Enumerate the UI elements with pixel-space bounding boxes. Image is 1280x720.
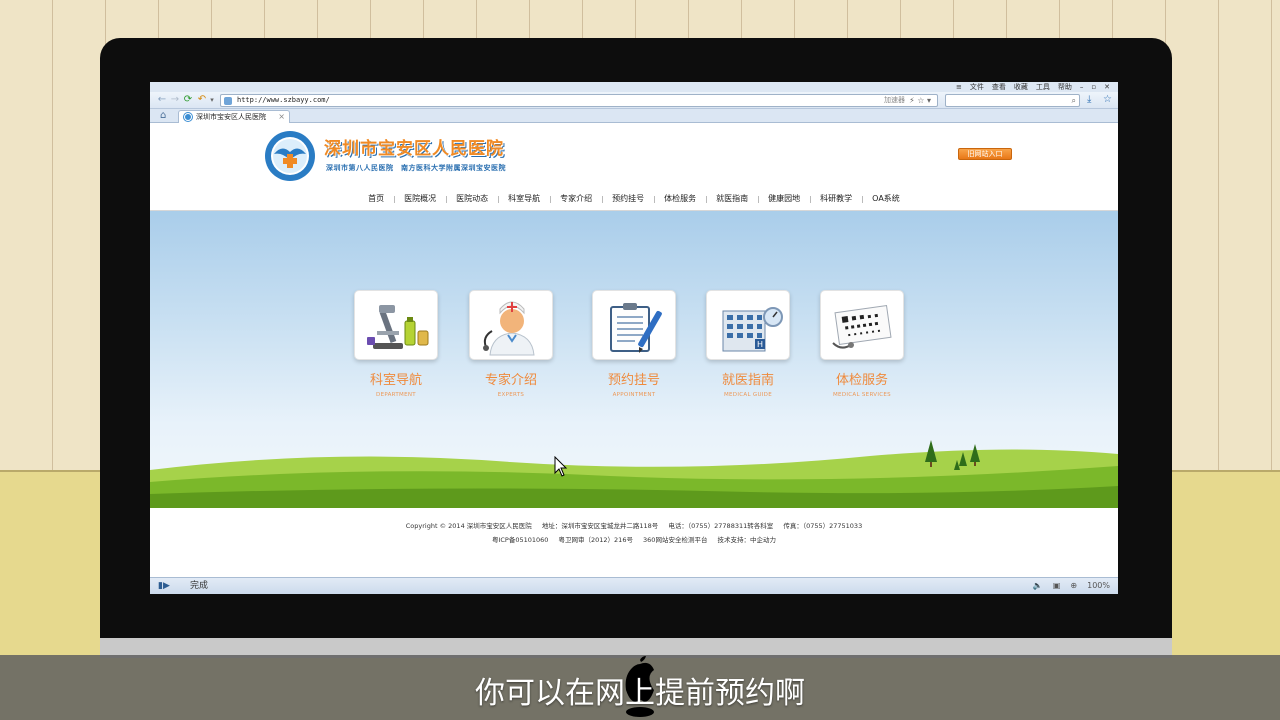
- nav-home[interactable]: 首页: [358, 190, 394, 208]
- card-guide[interactable]: H: [706, 290, 790, 360]
- menu-file[interactable]: 文件: [970, 82, 984, 92]
- card-checkup[interactable]: [820, 290, 904, 360]
- search-input[interactable]: ⌕: [945, 94, 1080, 107]
- card-experts[interactable]: [469, 290, 553, 360]
- zoom-icon[interactable]: ⊕: [1070, 578, 1077, 594]
- card-checkup-title[interactable]: 体检服务: [807, 369, 917, 388]
- status-text: 完成: [190, 581, 209, 591]
- card-appointment-title[interactable]: 预约挂号: [579, 369, 689, 388]
- hospital-logo[interactable]: [260, 130, 320, 182]
- main-nav: 首页 医院概况 医院动态 科室导航 专家介绍 预约挂号 体检服务 就医指南 健康…: [150, 190, 1118, 208]
- hospital-building-icon: H: [722, 307, 783, 352]
- footer-copyright: Copyright © 2014 深圳市宝安区人民医院: [405, 522, 532, 530]
- tab-strip: ⌂ 深圳市宝安区人民医院 ×: [150, 109, 1118, 123]
- refresh-icon[interactable]: ⟳: [182, 94, 194, 106]
- card-guide-title[interactable]: 就医指南: [693, 369, 803, 388]
- browser-window: ≡ 文件 查看 收藏 工具 帮助 – ▫ ✕ ← → ⟳ ↶ ▾ http://…: [150, 82, 1118, 594]
- bookmark-star-icon[interactable]: ☆: [1103, 94, 1112, 106]
- search-icon[interactable]: ⌕: [1072, 95, 1076, 106]
- nav-appointment[interactable]: 预约挂号: [602, 190, 654, 208]
- footer-fax: 传真：（0755）27751033: [783, 522, 863, 530]
- nav-departments[interactable]: 科室导航: [498, 190, 550, 208]
- nav-research[interactable]: 科研教学: [810, 190, 862, 208]
- site-favicon-icon: [184, 113, 192, 121]
- card-department-sub: DEPARTMENT: [376, 392, 416, 398]
- footer-phone: 电话：（0755）27788311转各科室: [668, 522, 774, 530]
- address-bar[interactable]: http://www.szbayy.com/ 加速器 ⚡ ☆ ▾: [220, 94, 938, 107]
- card-appointment-sub: APPOINTMENT: [612, 392, 656, 398]
- card-experts-title[interactable]: 专家介绍: [456, 369, 566, 388]
- forward-arrow-icon[interactable]: →: [170, 94, 180, 106]
- url-text[interactable]: http://www.szbayy.com/: [237, 95, 330, 106]
- site-subtitle: 深圳市第八人民医院 南方医科大学附属深圳宝安医院: [326, 164, 506, 172]
- accelerate-label[interactable]: 加速器: [884, 95, 905, 106]
- screenshot-icon[interactable]: ▣: [1053, 578, 1061, 594]
- tab-title: 深圳市宝安区人民医院: [196, 113, 266, 121]
- page-footer: Copyright © 2014 深圳市宝安区人民医院 地址：深圳市宝安区宝城龙…: [150, 508, 1118, 577]
- clipboard-pen-icon: [610, 303, 662, 353]
- svg-text:H: H: [757, 340, 763, 349]
- nav-guide[interactable]: 就医指南: [706, 190, 758, 208]
- nav-news[interactable]: 医院动态: [446, 190, 498, 208]
- card-checkup-sub: MEDICAL SERVICES: [833, 392, 891, 398]
- menu-icon[interactable]: ≡: [956, 82, 962, 92]
- undo-icon[interactable]: ↶: [196, 94, 208, 106]
- speaker-icon[interactable]: 🔈: [1033, 578, 1043, 594]
- browser-menubar: ≡ 文件 查看 收藏 工具 帮助 – ▫ ✕: [150, 82, 1118, 92]
- card-appointment[interactable]: [592, 290, 676, 360]
- footer-license[interactable]: 粤卫网审（2012）216号: [559, 536, 633, 544]
- browser-statusbar: ▮▶ 完成 🔈 ▣ ⊕ 100%: [150, 577, 1118, 594]
- close-icon[interactable]: ✕: [1104, 82, 1110, 92]
- card-department[interactable]: [354, 290, 438, 360]
- chevron-down-icon[interactable]: ▾: [208, 94, 216, 106]
- doctor-icon: [483, 301, 535, 356]
- favorite-star-icon[interactable]: ⚡ ☆ ▾: [909, 95, 931, 106]
- video-caption: 你可以在网上提前预约啊: [475, 676, 805, 711]
- footer-address: 地址：深圳市宝安区宝城龙井二路118号: [541, 522, 659, 530]
- sidebar-toggle-icon[interactable]: ▮▶: [158, 578, 170, 594]
- nav-experts[interactable]: 专家介绍: [550, 190, 602, 208]
- card-experts-sub: EXPERTS: [497, 392, 525, 398]
- eye-chart-icon: [832, 304, 892, 349]
- menu-help[interactable]: 帮助: [1058, 82, 1072, 92]
- footer-support[interactable]: 技术支持：中企动力: [718, 536, 777, 544]
- grass-hills-decoration: [150, 440, 1118, 508]
- menu-view[interactable]: 查看: [992, 82, 1006, 92]
- download-icon[interactable]: ⤓: [1087, 94, 1091, 106]
- nav-overview[interactable]: 医院概况: [394, 190, 446, 208]
- nav-oa[interactable]: OA系统: [862, 190, 910, 208]
- secure-shield-icon: [224, 97, 232, 105]
- nav-checkup[interactable]: 体检服务: [654, 190, 706, 208]
- footer-icp[interactable]: 粤ICP备05101060: [492, 536, 548, 544]
- site-title: 深圳市宝安区人民医院: [324, 139, 504, 159]
- microscope-icon: [367, 305, 429, 349]
- hero-banner: 科室导航 DEPARTMENT 专家介绍 EXPERTS 预约挂号 APPOIN…: [150, 210, 1118, 508]
- menu-favorites[interactable]: 收藏: [1014, 82, 1028, 92]
- old-site-button[interactable]: 旧网站入口: [958, 148, 1012, 160]
- web-page: 深圳市宝安区人民医院 深圳市第八人民医院 南方医科大学附属深圳宝安医院 旧网站入…: [150, 124, 1118, 577]
- minimize-icon[interactable]: –: [1080, 82, 1084, 92]
- browser-toolbar: ← → ⟳ ↶ ▾ http://www.szbayy.com/ 加速器 ⚡ ☆…: [150, 92, 1118, 109]
- zoom-level[interactable]: 100%: [1087, 578, 1110, 594]
- maximize-icon[interactable]: ▫: [1091, 82, 1096, 92]
- nav-health[interactable]: 健康园地: [758, 190, 810, 208]
- home-icon[interactable]: ⌂: [160, 110, 166, 122]
- footer-security[interactable]: 360网站安全检测平台: [643, 536, 707, 544]
- back-arrow-icon[interactable]: ←: [156, 94, 168, 106]
- tab-close-icon[interactable]: ×: [278, 111, 285, 123]
- menu-tools[interactable]: 工具: [1036, 82, 1050, 92]
- mouse-cursor-icon: [554, 456, 568, 477]
- card-guide-sub: MEDICAL GUIDE: [723, 392, 772, 398]
- tab-active[interactable]: 深圳市宝安区人民医院 ×: [178, 110, 290, 123]
- card-department-title[interactable]: 科室导航: [341, 369, 451, 388]
